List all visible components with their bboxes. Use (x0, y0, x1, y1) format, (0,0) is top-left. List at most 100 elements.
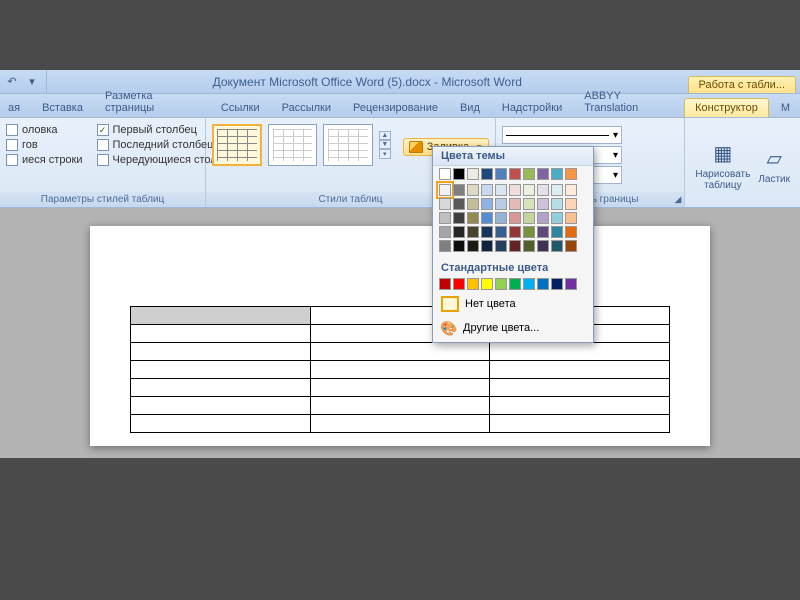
option-header-row[interactable]: оловка (6, 124, 83, 136)
color-swatch[interactable] (565, 278, 577, 290)
color-swatch[interactable] (495, 168, 507, 180)
color-swatch[interactable] (467, 168, 479, 180)
color-swatch[interactable] (453, 212, 465, 224)
tab-page-layout[interactable]: Разметка страницы (95, 87, 209, 117)
color-swatch[interactable] (565, 226, 577, 238)
color-swatch[interactable] (481, 184, 493, 196)
color-swatch[interactable] (537, 212, 549, 224)
option-banded-rows[interactable]: иеся строки (6, 154, 83, 166)
color-swatch[interactable] (565, 168, 577, 180)
color-swatch[interactable] (481, 278, 493, 290)
no-color-item[interactable]: Нет цвета (433, 292, 593, 316)
color-swatch[interactable] (481, 240, 493, 252)
color-swatch[interactable] (565, 198, 577, 210)
tab-design[interactable]: Конструктор (684, 98, 769, 117)
color-swatch[interactable] (523, 278, 535, 290)
color-swatch[interactable] (467, 184, 479, 196)
option-total-row[interactable]: гов (6, 139, 83, 151)
color-swatch[interactable] (467, 278, 479, 290)
color-swatch[interactable] (537, 226, 549, 238)
color-swatch[interactable] (537, 184, 549, 196)
color-swatch[interactable] (551, 226, 563, 238)
color-swatch[interactable] (523, 184, 535, 196)
color-swatch[interactable] (439, 184, 451, 196)
gallery-down-icon[interactable]: ▼ (379, 140, 391, 149)
color-swatch[interactable] (439, 212, 451, 224)
color-swatch[interactable] (509, 240, 521, 252)
color-swatch[interactable] (509, 168, 521, 180)
table-style-thumb[interactable] (212, 124, 262, 166)
color-swatch[interactable] (537, 168, 549, 180)
gallery-up-icon[interactable]: ▲ (379, 131, 391, 140)
color-swatch[interactable] (439, 198, 451, 210)
color-swatch[interactable] (439, 278, 451, 290)
color-swatch[interactable] (551, 184, 563, 196)
document-area[interactable] (0, 208, 800, 458)
color-swatch[interactable] (551, 212, 563, 224)
color-swatch[interactable] (453, 240, 465, 252)
table-row (131, 361, 670, 379)
color-swatch[interactable] (453, 226, 465, 238)
color-swatch[interactable] (453, 198, 465, 210)
color-swatch[interactable] (439, 240, 451, 252)
color-swatch[interactable] (523, 198, 535, 210)
tab-layout-partial[interactable]: М (771, 99, 800, 117)
tab-addins[interactable]: Надстройки (492, 99, 572, 117)
color-swatch[interactable] (453, 168, 465, 180)
color-swatch[interactable] (565, 212, 577, 224)
table-style-thumb[interactable] (268, 124, 318, 166)
color-swatch[interactable] (481, 226, 493, 238)
tab-review[interactable]: Рецензирование (343, 99, 448, 117)
tab-references[interactable]: Ссылки (211, 99, 270, 117)
color-swatch[interactable] (495, 226, 507, 238)
color-swatch[interactable] (509, 278, 521, 290)
color-swatch[interactable] (439, 168, 451, 180)
color-swatch[interactable] (453, 184, 465, 196)
color-swatch[interactable] (467, 226, 479, 238)
color-swatch[interactable] (481, 212, 493, 224)
color-swatch[interactable] (551, 168, 563, 180)
color-swatch[interactable] (495, 212, 507, 224)
color-swatch[interactable] (467, 198, 479, 210)
color-swatch[interactable] (523, 240, 535, 252)
color-swatch[interactable] (467, 240, 479, 252)
color-swatch[interactable] (509, 198, 521, 210)
tab-view[interactable]: Вид (450, 99, 490, 117)
color-swatch[interactable] (551, 198, 563, 210)
dialog-launcher-icon[interactable]: ◢ (674, 194, 681, 205)
color-swatch[interactable] (439, 226, 451, 238)
color-swatch[interactable] (509, 226, 521, 238)
color-swatch[interactable] (523, 226, 535, 238)
color-swatch[interactable] (509, 184, 521, 196)
color-swatch[interactable] (495, 198, 507, 210)
color-swatch[interactable] (565, 184, 577, 196)
more-colors-item[interactable]: 🎨 Другие цвета... (433, 316, 593, 340)
pen-style-combo[interactable]: ▾ (502, 126, 622, 144)
color-swatch[interactable] (495, 278, 507, 290)
color-swatch[interactable] (537, 198, 549, 210)
gallery-more-icon[interactable]: ▾ (379, 149, 391, 159)
color-swatch[interactable] (551, 278, 563, 290)
undo-icon[interactable]: ↶ (4, 74, 20, 90)
table-style-thumb[interactable] (323, 124, 373, 166)
eraser-button[interactable]: ▱ Ластик (754, 120, 794, 207)
tab-insert[interactable]: Вставка (32, 99, 93, 117)
color-swatch[interactable] (523, 168, 535, 180)
tab-mailings[interactable]: Рассылки (272, 99, 341, 117)
draw-table-button[interactable]: ▦ Нарисовать таблицу (691, 120, 754, 207)
color-swatch[interactable] (537, 240, 549, 252)
color-swatch[interactable] (509, 212, 521, 224)
color-swatch[interactable] (551, 240, 563, 252)
color-swatch[interactable] (453, 278, 465, 290)
color-swatch[interactable] (537, 278, 549, 290)
color-swatch[interactable] (495, 240, 507, 252)
color-swatch[interactable] (481, 168, 493, 180)
color-swatch[interactable] (481, 198, 493, 210)
qat-dropdown-icon[interactable]: ▾ (24, 74, 40, 90)
tab-abbyy[interactable]: ABBYY Translation (574, 87, 682, 117)
tab-home-partial[interactable]: ая (4, 99, 30, 117)
color-swatch[interactable] (467, 212, 479, 224)
color-swatch[interactable] (565, 240, 577, 252)
color-swatch[interactable] (523, 212, 535, 224)
color-swatch[interactable] (495, 184, 507, 196)
